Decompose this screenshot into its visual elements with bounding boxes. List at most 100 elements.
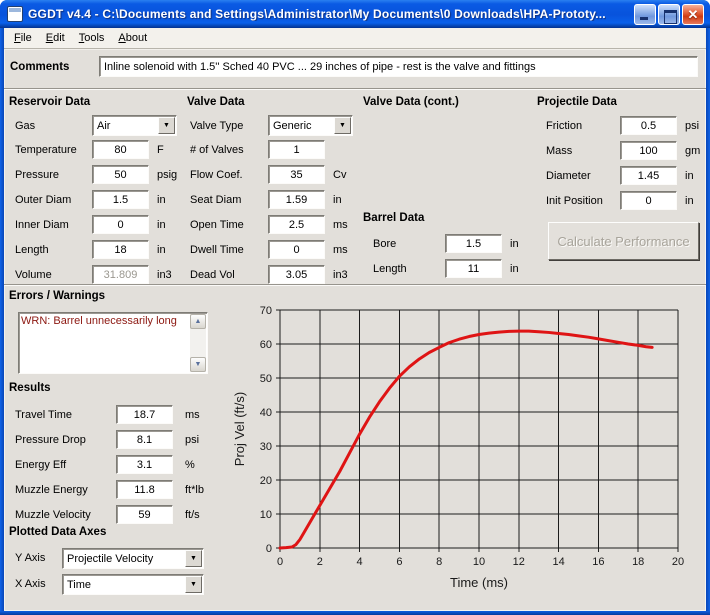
maximize-button[interactable] bbox=[658, 4, 680, 25]
y-axis-combobox-value: Projectile Velocity bbox=[63, 553, 184, 565]
field-row: Mass gm bbox=[546, 138, 710, 163]
field-label: Dead Vol bbox=[190, 269, 268, 281]
calculate-performance-button[interactable]: Calculate Performance bbox=[548, 222, 699, 260]
valve-type-combo-arrow-button[interactable]: ▼ bbox=[334, 117, 351, 134]
errors-warnings-header: Errors / Warnings bbox=[9, 290, 105, 302]
field-label: Init Position bbox=[546, 195, 620, 207]
svg-text:2: 2 bbox=[317, 556, 323, 568]
field-input[interactable] bbox=[620, 166, 677, 185]
field-input[interactable] bbox=[268, 165, 325, 184]
y-axis-combo-arrow-button[interactable]: ▼ bbox=[185, 550, 202, 567]
field-row: Seat Diamin bbox=[190, 187, 365, 212]
field-row: Init Position in bbox=[546, 188, 710, 213]
menu-edit[interactable]: Edit bbox=[39, 30, 72, 47]
field-label: Muzzle Velocity bbox=[15, 509, 116, 521]
reservoir-fields: TemperatureFPressurepsigOuter DiaminInne… bbox=[15, 137, 185, 287]
field-row: Diameterin bbox=[546, 163, 710, 188]
field-label: Inner Diam bbox=[15, 219, 92, 231]
gas-combo-arrow-button[interactable]: ▼ bbox=[158, 117, 175, 134]
errors-listbox[interactable]: WRN: Barrel unnecessarily long ▲ ▼ bbox=[18, 312, 208, 374]
valve-data-header: Valve Data bbox=[187, 96, 245, 108]
field-row: Flow Coef.Cv bbox=[190, 162, 365, 187]
field-input[interactable] bbox=[620, 191, 677, 210]
field-row: Borein bbox=[373, 231, 538, 256]
field-input[interactable] bbox=[445, 234, 502, 253]
minimize-button[interactable] bbox=[634, 4, 656, 25]
plotted-data-axes-header: Plotted Data Axes bbox=[9, 526, 106, 538]
field-input[interactable] bbox=[116, 430, 173, 449]
field-input[interactable] bbox=[92, 165, 149, 184]
y-axis-label: Y Axis bbox=[15, 552, 45, 564]
svg-text:30: 30 bbox=[260, 441, 272, 453]
svg-text:0: 0 bbox=[277, 556, 283, 568]
comments-input[interactable] bbox=[99, 56, 698, 77]
warning-message: WRN: Barrel unnecessarily long bbox=[21, 315, 189, 327]
gas-combobox[interactable]: Air ▼ bbox=[92, 115, 177, 136]
menu-bar: File Edit Tools About bbox=[4, 28, 706, 49]
svg-text:Proj Vel (ft/s): Proj Vel (ft/s) bbox=[232, 392, 247, 466]
valve-type-combobox-value: Generic bbox=[269, 120, 333, 132]
field-label: Mass bbox=[546, 145, 620, 157]
field-row: Lengthin bbox=[373, 256, 538, 281]
chevron-down-icon: ▼ bbox=[190, 581, 197, 588]
chevron-down-icon: ▼ bbox=[190, 555, 197, 562]
field-unit: psi bbox=[685, 120, 699, 132]
x-axis-combo-arrow-button[interactable]: ▼ bbox=[185, 576, 202, 593]
x-axis-combobox[interactable]: Time ▼ bbox=[62, 574, 204, 595]
field-label: Travel Time bbox=[15, 409, 116, 421]
field-input[interactable] bbox=[116, 480, 173, 499]
field-unit: gm bbox=[685, 145, 700, 157]
field-unit: in bbox=[510, 263, 519, 275]
menu-tools[interactable]: Tools bbox=[72, 30, 112, 47]
field-unit: ms bbox=[333, 219, 348, 231]
menu-about[interactable]: About bbox=[111, 30, 154, 47]
field-row: Muzzle Velocityft/s bbox=[15, 502, 220, 527]
field-input[interactable] bbox=[268, 190, 325, 209]
scroll-down-button[interactable]: ▼ bbox=[190, 357, 206, 372]
svg-text:16: 16 bbox=[592, 556, 604, 568]
menu-file[interactable]: File bbox=[7, 30, 39, 47]
field-label: Length bbox=[15, 244, 92, 256]
valve-type-label: Valve Type bbox=[190, 120, 243, 132]
svg-text:4: 4 bbox=[357, 556, 363, 568]
field-input[interactable] bbox=[92, 140, 149, 159]
field-input[interactable] bbox=[92, 190, 149, 209]
separator-top bbox=[4, 88, 706, 90]
field-input[interactable] bbox=[620, 116, 677, 135]
field-label: Friction bbox=[546, 120, 620, 132]
svg-text:Time (ms): Time (ms) bbox=[450, 575, 508, 590]
svg-text:20: 20 bbox=[672, 556, 684, 568]
field-row: Pressure Droppsi bbox=[15, 427, 220, 452]
field-unit: in bbox=[685, 195, 694, 207]
field-label: Muzzle Energy bbox=[15, 484, 116, 496]
field-row: Outer Diamin bbox=[15, 187, 185, 212]
valve-type-combobox[interactable]: Generic ▼ bbox=[268, 115, 353, 136]
field-input[interactable] bbox=[445, 259, 502, 278]
field-unit: in bbox=[333, 194, 342, 206]
field-unit: in bbox=[157, 194, 166, 206]
barrel-fields: BoreinLengthin bbox=[373, 231, 538, 281]
field-input[interactable] bbox=[268, 240, 325, 259]
field-unit: psig bbox=[157, 169, 177, 181]
errors-scrollbar[interactable]: ▲ ▼ bbox=[190, 314, 206, 372]
y-axis-combobox[interactable]: Projectile Velocity ▼ bbox=[62, 548, 204, 569]
field-input[interactable] bbox=[116, 455, 173, 474]
field-row: Inner Diamin bbox=[15, 212, 185, 237]
projectile-fields: FrictionpsiMassgmDiameterinInit Position… bbox=[546, 113, 710, 213]
projectile-data-header: Projectile Data bbox=[537, 96, 617, 108]
valve-data-cont-header: Valve Data (cont.) bbox=[363, 96, 459, 108]
field-input[interactable] bbox=[116, 405, 173, 424]
scroll-up-button[interactable]: ▲ bbox=[190, 314, 206, 329]
reservoir-data-header: Reservoir Data bbox=[9, 96, 90, 108]
field-input[interactable] bbox=[92, 215, 149, 234]
field-input[interactable] bbox=[268, 140, 325, 159]
field-input[interactable] bbox=[92, 240, 149, 259]
svg-text:10: 10 bbox=[473, 556, 485, 568]
field-input[interactable] bbox=[268, 215, 325, 234]
field-input[interactable] bbox=[116, 505, 173, 524]
close-button[interactable]: ✕ bbox=[682, 4, 704, 25]
x-axis-combobox-value: Time bbox=[63, 579, 184, 591]
field-input[interactable] bbox=[620, 141, 677, 160]
field-unit: % bbox=[185, 459, 195, 471]
field-input[interactable] bbox=[268, 265, 325, 284]
